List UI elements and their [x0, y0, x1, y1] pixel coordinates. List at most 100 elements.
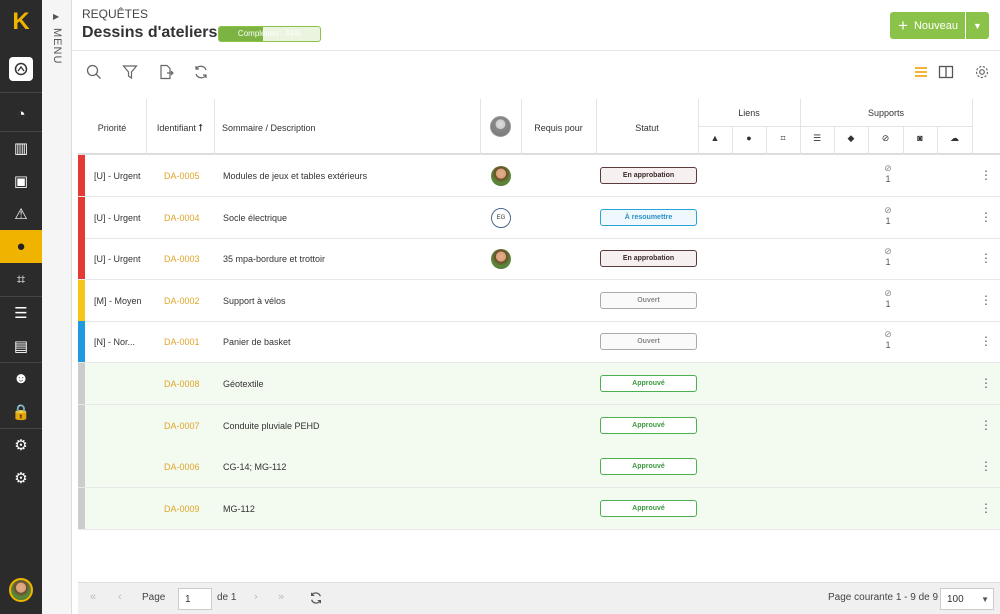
- attachment-count[interactable]: ⊘ 1: [878, 329, 898, 350]
- attachment-count[interactable]: ⊘ 1: [878, 163, 898, 184]
- team-icon: ☻: [13, 370, 29, 387]
- row-menu-icon[interactable]: ⋮: [980, 419, 992, 431]
- attachment-count[interactable]: ⊘ 1: [878, 288, 898, 309]
- status-badge[interactable]: Approuvé: [600, 375, 697, 392]
- app-logo[interactable]: K: [8, 10, 34, 34]
- refresh-page-button[interactable]: [309, 591, 323, 610]
- assignee-avatar[interactable]: [491, 249, 511, 270]
- new-button[interactable]: + Nouveau: [890, 12, 965, 39]
- user-avatar[interactable]: [9, 578, 33, 602]
- col-links-warning-icon[interactable]: ▲: [698, 133, 732, 143]
- request-id-link[interactable]: DA-0003: [164, 254, 200, 264]
- col-supports-list-icon[interactable]: ☰: [800, 133, 834, 144]
- col-links-pin-icon[interactable]: ●: [732, 133, 766, 143]
- assignee-avatar[interactable]: EG: [491, 207, 511, 228]
- rail-item-map-pin[interactable]: ●: [0, 230, 42, 263]
- rail-item-scan[interactable]: ⌗: [0, 263, 42, 296]
- map-pin-icon: ●: [16, 238, 26, 255]
- col-priority[interactable]: Priorité: [78, 123, 146, 133]
- col-required-for[interactable]: Requis pour: [521, 123, 596, 133]
- request-id-link[interactable]: DA-0006: [164, 462, 200, 472]
- col-id[interactable]: Identifiant ⭡: [150, 123, 210, 134]
- row-menu-icon[interactable]: ⋮: [980, 294, 992, 306]
- status-badge[interactable]: Ouvert: [600, 333, 697, 351]
- col-supports-tag-icon[interactable]: ◆: [834, 133, 868, 144]
- request-id-link[interactable]: DA-0002: [164, 296, 200, 306]
- row-menu-icon[interactable]: ⋮: [980, 502, 992, 514]
- table-row[interactable]: DA-0007 Conduite pluviale PEHD Approuvé ⋮: [78, 404, 1000, 447]
- rail-item-warning[interactable]: ⚠: [0, 197, 42, 230]
- new-button-label: Nouveau: [913, 19, 958, 32]
- refresh-icon: [195, 65, 207, 79]
- header-divider: [72, 50, 1000, 51]
- export-button[interactable]: [156, 62, 176, 82]
- next-page-icon[interactable]: ›: [254, 591, 258, 603]
- col-status[interactable]: Statut: [596, 123, 698, 133]
- status-badge[interactable]: Ouvert: [600, 291, 697, 309]
- table-row[interactable]: DA-0006 CG-14; MG-112 Approuvé ⋮: [78, 446, 1000, 489]
- request-id-link[interactable]: DA-0008: [164, 379, 200, 389]
- attachment-count[interactable]: ⊘ 1: [878, 205, 898, 226]
- request-id-link[interactable]: DA-0009: [164, 504, 200, 514]
- page-number-input[interactable]: [178, 588, 212, 610]
- row-menu-icon[interactable]: ⋮: [980, 377, 992, 389]
- settings-button[interactable]: [972, 62, 992, 82]
- rail-item-admin-settings[interactable]: ⚙: [0, 461, 42, 494]
- rail-item-document[interactable]: ▤: [0, 329, 42, 362]
- rail-item-images[interactable]: ▣: [0, 164, 42, 197]
- new-dropdown-button[interactable]: ▼: [966, 12, 989, 39]
- table-row[interactable]: [N] - Nor... DA-0001 Panier de basket Ouver…: [78, 321, 1000, 364]
- attachment-count-value: 1: [885, 298, 891, 309]
- status-badge[interactable]: Approuvé: [600, 416, 697, 434]
- row-menu-icon[interactable]: ⋮: [980, 169, 992, 181]
- rail-item-library[interactable]: ▥: [0, 131, 42, 164]
- table-row[interactable]: [U] - Urgent DA-0005 Modules de jeux et ta…: [78, 155, 1000, 197]
- rail-item-list[interactable]: ☰: [0, 296, 42, 329]
- row-menu-icon[interactable]: ⋮: [980, 211, 992, 223]
- attachment-count[interactable]: ⊘ 1: [878, 246, 898, 267]
- last-page-icon[interactable]: »: [278, 591, 284, 603]
- split-view-button[interactable]: [936, 62, 956, 82]
- col-supports-camera-icon[interactable]: ◙: [903, 133, 937, 143]
- request-id-link[interactable]: DA-0005: [164, 171, 200, 181]
- status-badge[interactable]: En approbation: [600, 250, 697, 268]
- col-description[interactable]: Sommaire / Description: [222, 123, 316, 133]
- rail-item-dashboard[interactable]: ◔: [0, 98, 42, 131]
- per-page-select[interactable]: 100 ▼: [940, 588, 994, 610]
- col-assignee-avatar[interactable]: [490, 116, 511, 137]
- prev-page-icon[interactable]: ‹: [118, 591, 122, 603]
- search-button[interactable]: [84, 62, 104, 82]
- table-row[interactable]: DA-0009 MG-112 Approuvé ⋮: [78, 487, 1000, 530]
- request-id-link[interactable]: DA-0007: [164, 421, 200, 431]
- completion-progress-label: Complétion : 44%: [237, 29, 302, 38]
- row-menu-icon[interactable]: ⋮: [980, 335, 992, 347]
- table-row[interactable]: [U] - Urgent DA-0004 Socle électrique EG À r…: [78, 196, 1000, 239]
- table-row[interactable]: [U] - Urgent DA-0003 35 mpa-bordure et tro…: [78, 238, 1000, 281]
- col-links-scan-icon[interactable]: ⌗: [766, 133, 800, 144]
- row-menu-icon[interactable]: ⋮: [980, 460, 992, 472]
- request-id-link[interactable]: DA-0004: [164, 213, 200, 223]
- table-row[interactable]: [M] - Moyen DA-0002 Support à vélos Ouvert ⊘…: [78, 279, 1000, 322]
- list-view-button[interactable]: [911, 62, 931, 82]
- priority-color-bar: [78, 487, 85, 529]
- rail-item-team[interactable]: ☻: [0, 362, 42, 395]
- status-badge[interactable]: À resoumettre: [600, 208, 697, 226]
- table-row[interactable]: DA-0008 Géotextile Approuvé ⋮: [78, 363, 1000, 405]
- col-supports-comments-icon[interactable]: ☁: [937, 133, 972, 144]
- col-supports-attachment-icon[interactable]: ⊘: [868, 133, 903, 144]
- rail-item-lock[interactable]: 🔒: [0, 395, 42, 428]
- refresh-button[interactable]: [191, 62, 211, 82]
- gear-icon: [975, 65, 989, 79]
- assignee-avatar[interactable]: [491, 166, 511, 186]
- request-id-link[interactable]: DA-0001: [164, 337, 200, 347]
- menu-toggle[interactable]: ▶ MENU: [42, 0, 72, 614]
- description-cell: MG-112: [223, 503, 255, 514]
- status-badge[interactable]: Approuvé: [600, 499, 697, 517]
- rail-item-settings[interactable]: ⚙: [0, 428, 42, 461]
- status-badge[interactable]: En approbation: [600, 167, 697, 184]
- row-menu-icon[interactable]: ⋮: [980, 252, 992, 264]
- workspace-icon[interactable]: [9, 57, 33, 81]
- first-page-icon[interactable]: «: [90, 591, 96, 603]
- filter-button[interactable]: [120, 62, 140, 82]
- status-badge[interactable]: Approuvé: [600, 458, 697, 476]
